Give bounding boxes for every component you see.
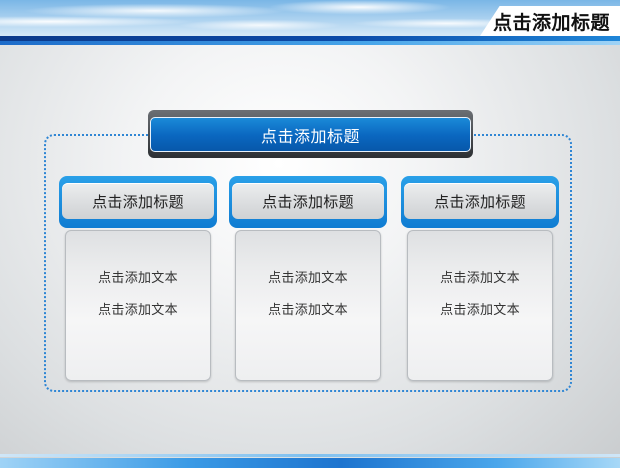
content-box-3[interactable]: 点击添加文本 点击添加文本	[407, 230, 553, 381]
column-header-2[interactable]: 点击添加标题	[229, 176, 387, 228]
top-stripe-light	[0, 41, 620, 45]
slide-canvas: 点击添加标题 点击添加标题 点击添加标题 点击添加文本 点击添加文本 点击添加标…	[0, 0, 620, 468]
slide-title[interactable]: 点击添加标题	[493, 8, 610, 35]
main-header[interactable]: 点击添加标题	[150, 117, 471, 152]
column-header-panel: 点击添加标题	[404, 183, 556, 219]
content-text: 点击添加文本	[268, 271, 348, 286]
content-text: 点击添加文本	[440, 271, 520, 286]
content-text: 点击添加文本	[440, 303, 520, 318]
column-header-1[interactable]: 点击添加标题	[59, 176, 217, 228]
bottom-stripe	[0, 458, 620, 468]
column-header-text: 点击添加标题	[434, 192, 526, 211]
content-box-2[interactable]: 点击添加文本 点击添加文本	[235, 230, 381, 381]
column-header-panel: 点击添加标题	[232, 183, 384, 219]
column-header-text: 点击添加标题	[262, 192, 354, 211]
column-header-panel: 点击添加标题	[62, 183, 214, 219]
column-header-text: 点击添加标题	[92, 192, 184, 211]
content-box-1[interactable]: 点击添加文本 点击添加文本	[65, 230, 211, 381]
content-text: 点击添加文本	[268, 303, 348, 318]
content-text: 点击添加文本	[98, 303, 178, 318]
bottom-stripe-thin	[0, 454, 620, 457]
content-text: 点击添加文本	[98, 271, 178, 286]
main-header-text: 点击添加标题	[260, 126, 360, 146]
column-header-3[interactable]: 点击添加标题	[401, 176, 559, 228]
